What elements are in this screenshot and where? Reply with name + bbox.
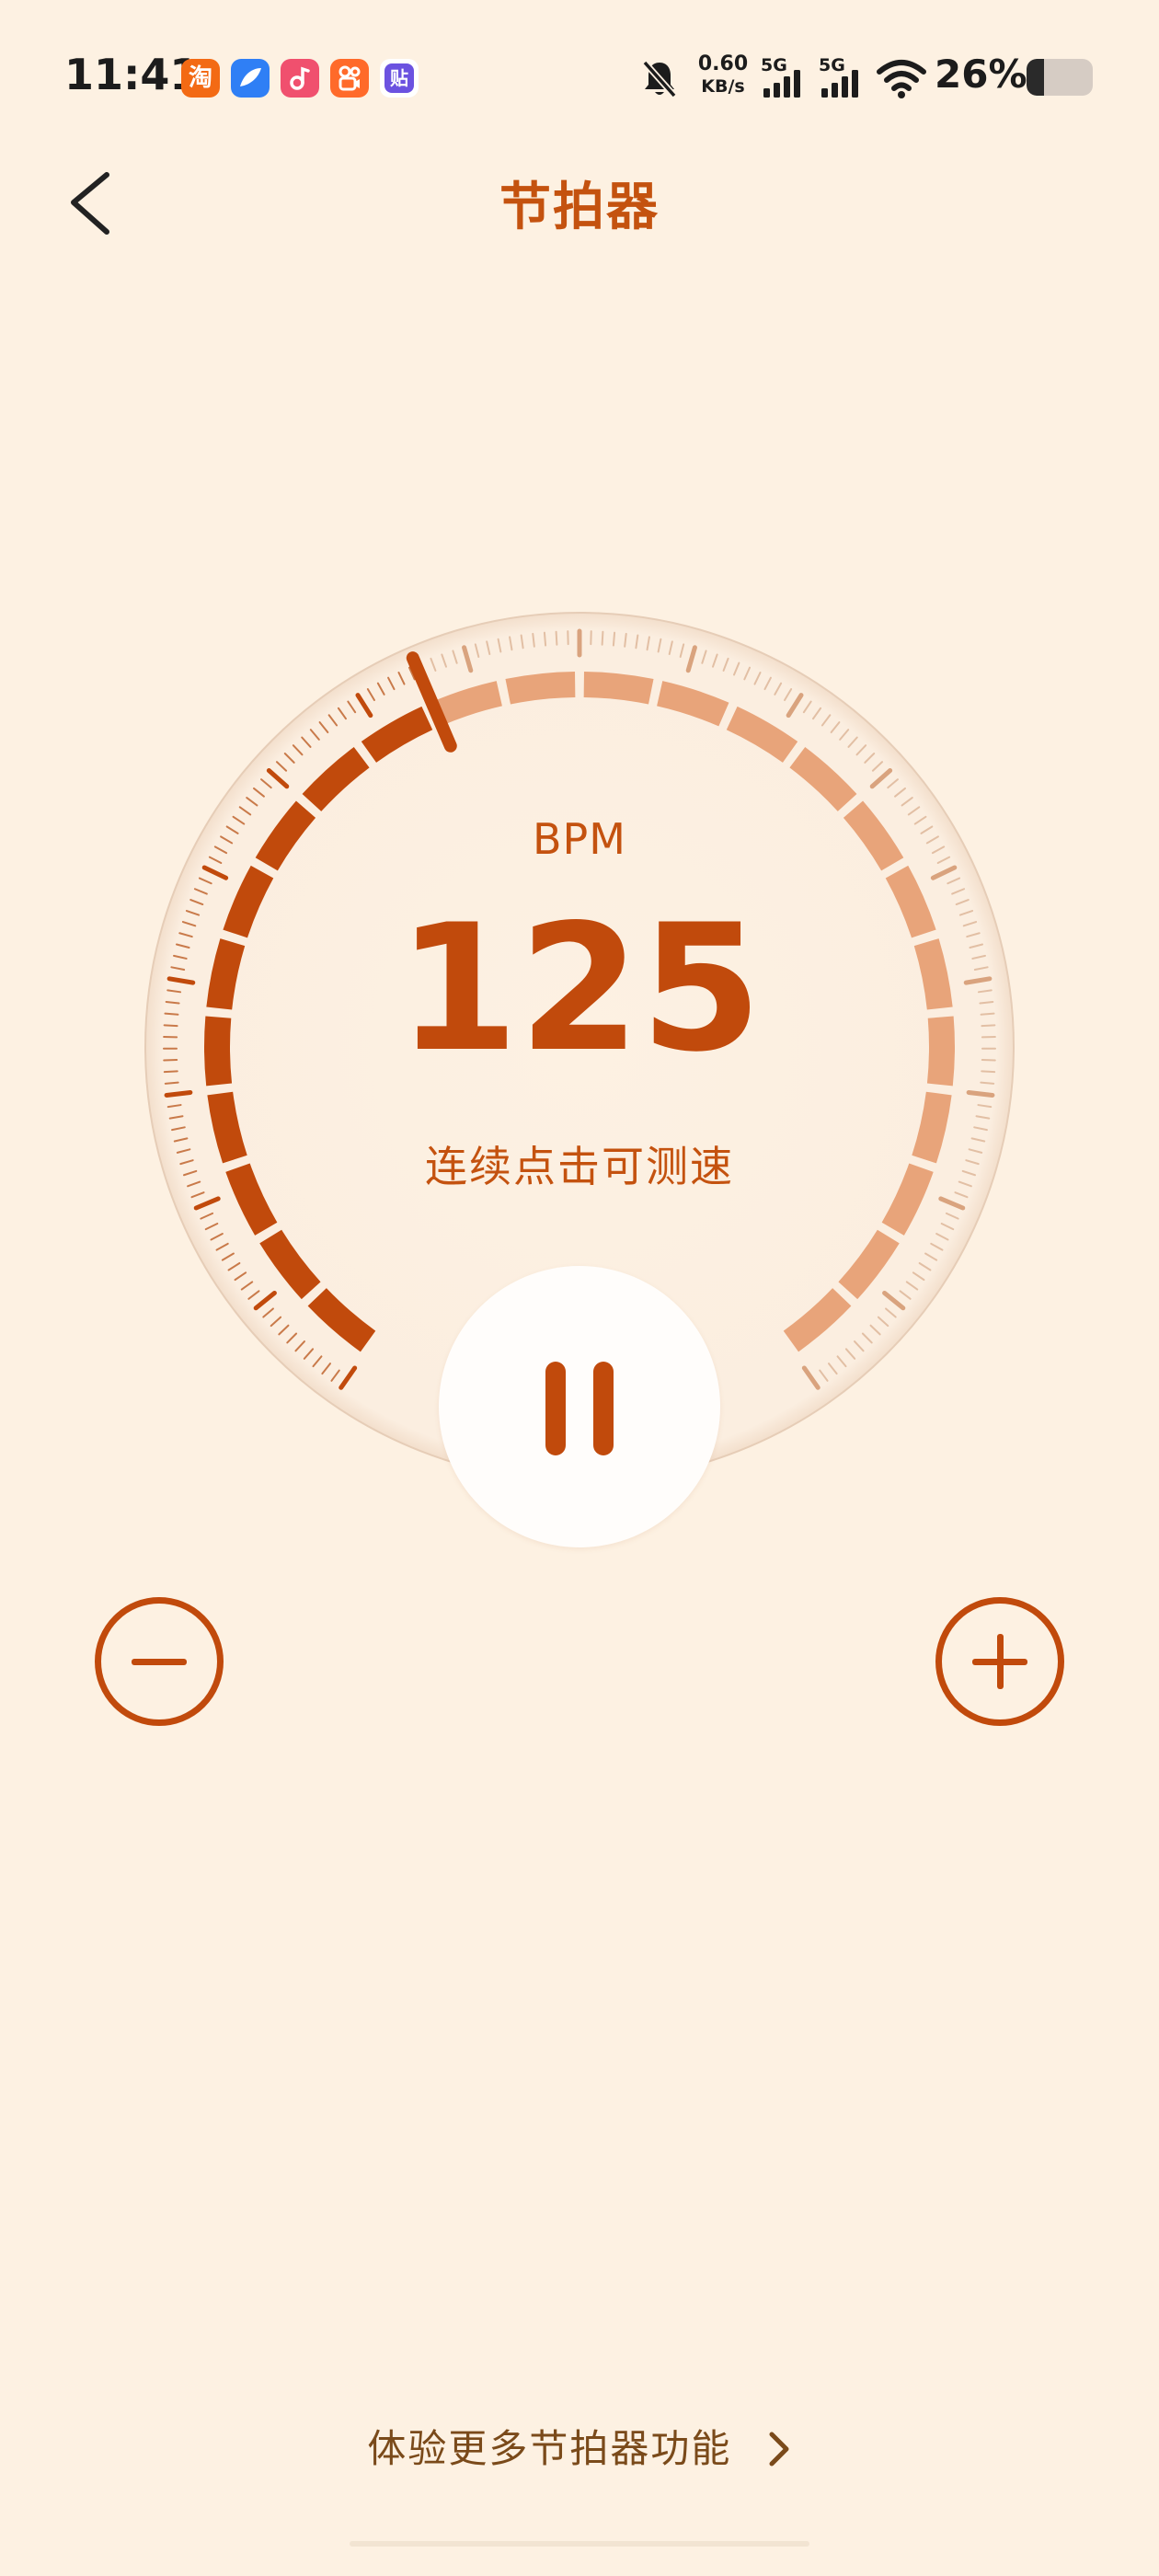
bpm-label: BPM [533,814,626,864]
metronome-dial: BPM 125 连续点击可测速 [0,0,1159,1564]
scale-minor-tick [164,1081,179,1085]
increase-bpm-button[interactable] [935,1597,1064,1726]
decrease-bpm-button[interactable] [95,1597,224,1726]
chevron-right-icon [769,2432,789,2466]
home-indicator[interactable] [350,2541,809,2547]
bpm-value[interactable]: 125 [0,902,1159,1076]
scale-minor-tick [980,1081,995,1085]
play-pause-button[interactable] [439,1266,720,1547]
more-features-link[interactable]: 体验更多节拍器功能 [0,2418,1159,2474]
scale-major-tick [966,1089,995,1098]
tap-tempo-hint: 连续点击可测速 [425,1142,734,1191]
scale-minor-tick [601,630,604,646]
scale-major-tick [164,1089,193,1098]
more-features-label: 体验更多节拍器功能 [367,2426,732,2471]
